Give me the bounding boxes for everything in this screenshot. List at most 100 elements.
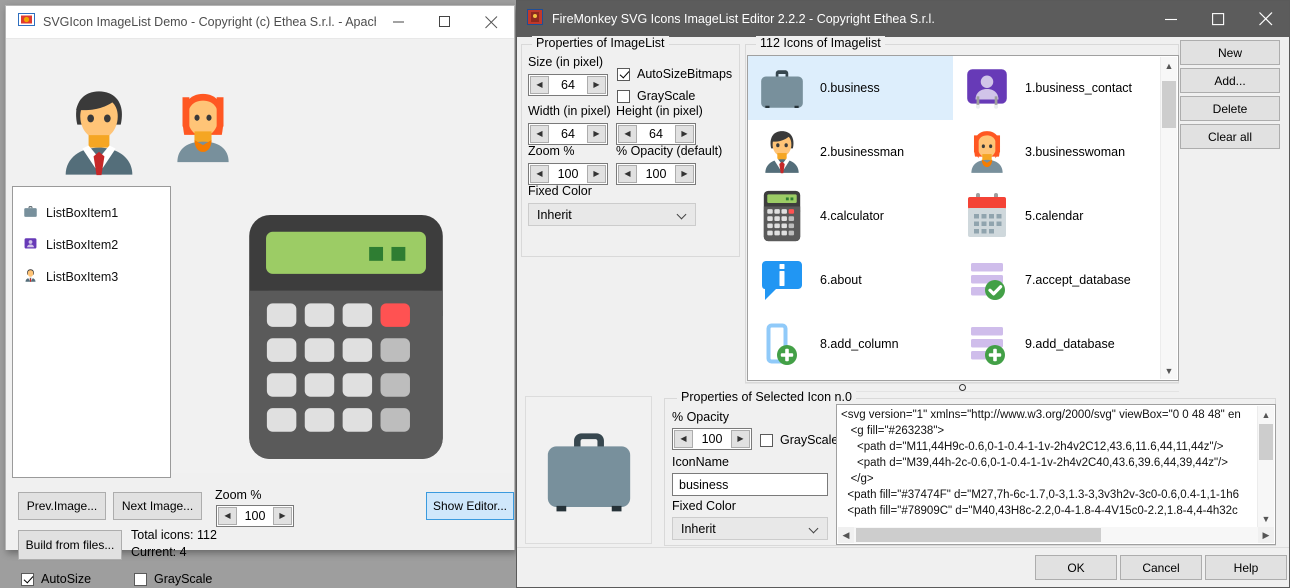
svg-source-text[interactable]: <svg version="1" xmlns="http://www.w3.or… (841, 407, 1256, 519)
zoom-decrement-button[interactable]: ◀ (218, 507, 237, 525)
icon-item-label: 5.calendar (1025, 209, 1084, 223)
autosizebitmaps-checkbox[interactable]: AutoSizeBitmaps (617, 67, 732, 81)
selected-fixedcolor-combo[interactable]: Inherit (672, 517, 828, 540)
icon-item-add-database[interactable]: 9.add_database (953, 312, 1158, 376)
opacity-increment-button[interactable]: ▶ (675, 165, 694, 183)
icon-item-businesswoman[interactable]: 3.businesswoman (953, 120, 1158, 184)
width-increment-button[interactable]: ▶ (587, 125, 606, 143)
icon-item-add-column[interactable]: 8.add_column (748, 312, 953, 376)
show-editor-button[interactable]: Show Editor... (426, 492, 514, 520)
demo-grayscale-checkbox[interactable]: GrayScale (134, 572, 212, 586)
scroll-up-arrow-icon[interactable]: ▲ (1161, 57, 1177, 74)
list-item[interactable]: ListBoxItem2 (13, 229, 170, 261)
selected-opacity-spinner[interactable]: ◀ 100 ▶ (672, 428, 752, 450)
size-spinner[interactable]: ◀ 64 ▶ (528, 74, 608, 96)
demo-window-titlebar: SVGIcon ImageList Demo - Copyright (c) E… (6, 6, 514, 39)
icon-list-scrollbar[interactable]: ▲ ▼ (1160, 57, 1177, 379)
editor-minimize-button[interactable] (1148, 1, 1195, 37)
zoom-increment-button[interactable]: ▶ (273, 507, 292, 525)
hscroll-track[interactable] (854, 527, 1258, 543)
selected-opacity-increment-button[interactable]: ▶ (731, 430, 750, 448)
height-decrement-button[interactable]: ◀ (618, 125, 637, 143)
businessman-icon (23, 268, 38, 286)
icon-item-calculator[interactable]: 4.calculator (748, 184, 953, 248)
demo-listbox[interactable]: ListBoxItem1 ListBoxItem2 ListBoxItem3 (12, 186, 171, 478)
cancel-button[interactable]: Cancel (1120, 555, 1202, 580)
size-value[interactable]: 64 (550, 75, 586, 95)
next-image-button[interactable]: Next Image... (113, 492, 202, 520)
scroll-down-arrow-icon[interactable]: ▼ (1161, 362, 1177, 379)
height-value[interactable]: 64 (638, 124, 674, 144)
opacity-default-value[interactable]: 100 (638, 164, 674, 184)
size-increment-button[interactable]: ▶ (587, 76, 606, 94)
selected-grayscale-checkbox[interactable]: GrayScale (760, 433, 838, 447)
new-button[interactable]: New (1180, 40, 1280, 65)
size-decrement-button[interactable]: ◀ (530, 76, 549, 94)
svg-source-memo[interactable]: <svg version="1" xmlns="http://www.w3.or… (836, 404, 1276, 545)
scroll-right-arrow-icon[interactable]: ▶ (1258, 527, 1274, 543)
icon-item-label: 8.add_column (820, 337, 899, 351)
demo-maximize-button[interactable] (422, 6, 468, 38)
list-item[interactable]: ListBoxItem1 (13, 197, 170, 229)
ok-button[interactable]: OK (1035, 555, 1117, 580)
demo-minimize-button[interactable] (376, 6, 422, 38)
icon-item-about[interactable]: 6.about (748, 248, 953, 312)
scrollbar-thumb[interactable] (1162, 81, 1176, 128)
zoom-value[interactable]: 100 (238, 506, 272, 526)
splitter-grip-icon (958, 384, 966, 391)
calculator-icon (754, 188, 810, 244)
list-item[interactable]: ListBoxItem3 (13, 261, 170, 293)
hscrollbar-thumb[interactable] (856, 528, 1101, 542)
businesswoman-image (162, 87, 244, 174)
scroll-up-arrow-icon[interactable]: ▲ (1258, 406, 1274, 423)
imagelist-properties-group: Properties of ImageList Size (in pixel) … (521, 36, 740, 257)
width-decrement-button[interactable]: ◀ (530, 125, 549, 143)
demo-window-title: SVGIcon ImageList Demo - Copyright (c) E… (43, 15, 376, 29)
editor-logo-icon (527, 8, 543, 30)
icon-item-business[interactable]: 0.business (748, 56, 953, 120)
icon-item-businessman[interactable]: 2.businessman (748, 120, 953, 184)
width-spinner[interactable]: ◀ 64 ▶ (528, 123, 608, 145)
opacity-decrement-button[interactable]: ◀ (618, 165, 637, 183)
imagelist-fixedcolor-label: Fixed Color (528, 184, 592, 198)
imagelist-fixedcolor-combo[interactable]: Inherit (528, 203, 696, 226)
icon-list[interactable]: 0.business 1.business_contact 2.business… (747, 55, 1179, 381)
demo-zoom-label: Zoom % (215, 488, 262, 502)
briefcase-icon (537, 416, 641, 525)
height-spinner[interactable]: ◀ 64 ▶ (616, 123, 696, 145)
selected-opacity-decrement-button[interactable]: ◀ (674, 430, 693, 448)
screen-root: SVGIcon ImageList Demo - Copyright (c) E… (0, 0, 1290, 588)
svg-memo-hscrollbar[interactable]: ◀ ▶ (838, 527, 1274, 543)
imagelist-zoom-increment-button[interactable]: ▶ (587, 165, 606, 183)
imagelist-zoom-value[interactable]: 100 (550, 164, 586, 184)
clear-all-button[interactable]: Clear all (1180, 124, 1280, 149)
add-database-icon (959, 316, 1015, 372)
demo-autosize-checkbox[interactable]: AutoSize (21, 572, 91, 586)
selected-opacity-value[interactable]: 100 (694, 429, 730, 449)
scrollbar-thumb[interactable] (1259, 424, 1273, 460)
height-increment-button[interactable]: ▶ (675, 125, 694, 143)
selected-opacity-label: % Opacity (672, 410, 729, 424)
imagelist-zoom-spinner[interactable]: ◀ 100 ▶ (528, 163, 608, 185)
delete-button[interactable]: Delete (1180, 96, 1280, 121)
imagelist-zoom-decrement-button[interactable]: ◀ (530, 165, 549, 183)
iconname-input[interactable]: business (672, 473, 828, 496)
icon-item-accept-database[interactable]: 7.accept_database (953, 248, 1158, 312)
editor-close-button[interactable] (1242, 1, 1289, 37)
demo-zoom-spinner[interactable]: ◀ 100 ▶ (216, 505, 294, 527)
build-from-files-button[interactable]: Build from files... (18, 530, 122, 560)
add-button[interactable]: Add... (1180, 68, 1280, 93)
width-value[interactable]: 64 (550, 124, 586, 144)
help-button[interactable]: Help (1205, 555, 1287, 580)
scroll-down-arrow-icon[interactable]: ▼ (1258, 510, 1274, 527)
svg-memo-vscrollbar[interactable]: ▲ ▼ (1257, 406, 1274, 527)
demo-close-button[interactable] (468, 6, 514, 38)
imagelist-grayscale-checkbox[interactable]: GrayScale (617, 89, 695, 103)
icon-item-business-contact[interactable]: 1.business_contact (953, 56, 1158, 120)
editor-maximize-button[interactable] (1195, 1, 1242, 37)
prev-image-button[interactable]: Prev.Image... (18, 492, 106, 520)
opacity-default-spinner[interactable]: ◀ 100 ▶ (616, 163, 696, 185)
icon-item-calendar[interactable]: 5.calendar (953, 184, 1158, 248)
scroll-left-arrow-icon[interactable]: ◀ (838, 527, 854, 543)
checkbox-box (760, 433, 773, 447)
